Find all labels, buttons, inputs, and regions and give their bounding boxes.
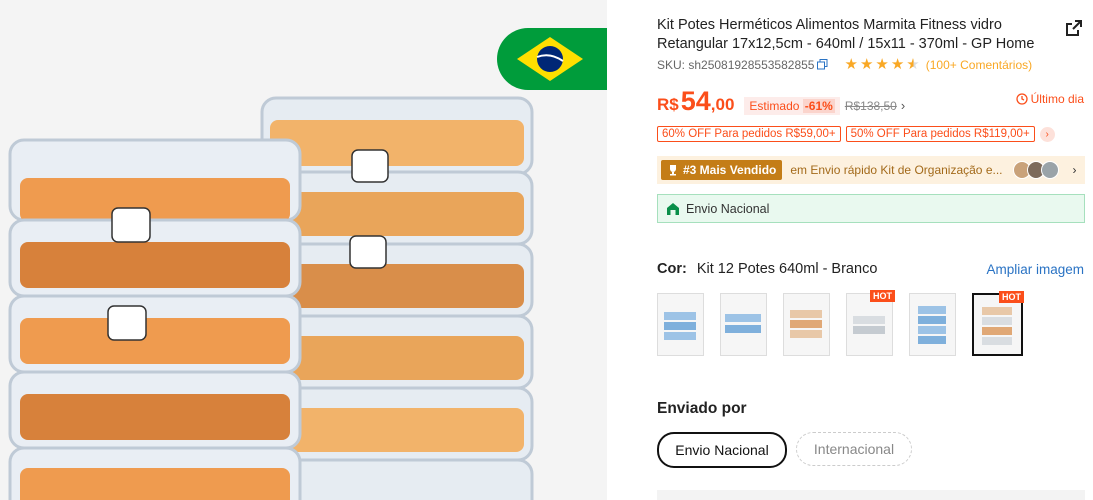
container-stack-back — [260, 96, 534, 500]
chevron-right-icon[interactable]: › — [901, 98, 905, 113]
color-value: Kit 12 Potes 640ml - Branco — [696, 261, 878, 277]
price-decimal: ,00 — [710, 95, 735, 114]
brazil-flag-icon — [517, 37, 583, 81]
rating-stars[interactable]: ★ ★ ★ ★ ★ — [844, 57, 919, 72]
sku-text: SKU: sh25081928553582855 — [657, 57, 815, 72]
last-day-badge: Último dia — [1015, 92, 1084, 106]
shipping-section-title: Enviado por — [657, 400, 747, 417]
color-option-thumbnail[interactable] — [657, 293, 704, 356]
chevron-right-icon: › — [1072, 163, 1077, 177]
star-icon: ★ — [844, 56, 858, 73]
color-option-thumbnail[interactable] — [909, 293, 956, 356]
bestseller-banner[interactable]: #3 Mais Vendido em Envio rápido Kit de O… — [657, 156, 1085, 184]
product-title: Kit Potes Herméticos Alimentos Marmita F… — [657, 17, 1035, 52]
avatar — [1040, 161, 1059, 179]
avatar-group — [1012, 161, 1059, 179]
estimated-badge[interactable]: Estimado -61% — [744, 97, 840, 115]
color-option-thumbnail[interactable] — [720, 293, 767, 356]
price-integer: 54 — [680, 86, 711, 116]
reviews-link[interactable]: (100+ Comentários) — [926, 58, 1032, 72]
estimated-label: Estimado — [749, 99, 800, 113]
color-option-thumbnail[interactable] — [783, 293, 830, 356]
star-icon: ★ — [875, 56, 889, 73]
share-external-icon[interactable] — [1064, 18, 1084, 38]
price-row: R$ 54 ,00 Estimado -61% R$138,50 › — [657, 86, 905, 117]
star-half-icon: ★ — [906, 56, 920, 73]
section-divider — [657, 490, 1085, 500]
warehouse-icon — [667, 202, 679, 215]
discount-percent: -61% — [802, 99, 835, 113]
copy-icon[interactable] — [817, 59, 828, 70]
last-day-text: Último dia — [1030, 92, 1084, 106]
bestseller-tag-label: #3 Mais Vendido — [683, 163, 777, 177]
bestseller-tag: #3 Mais Vendido — [661, 160, 783, 180]
color-label: Cor: — [657, 261, 687, 277]
original-price: R$138,50 — [844, 99, 897, 113]
color-option-thumbnail-selected[interactable]: HOT — [972, 291, 1024, 356]
shipping-option-internacional[interactable]: Internacional — [796, 432, 912, 466]
bestseller-text: em Envio rápido Kit de Organização e... — [790, 163, 1003, 177]
enlarge-image-link[interactable]: Ampliar imagem — [986, 262, 1084, 277]
shipping-option-nacional[interactable]: Envio Nacional — [657, 432, 787, 468]
sku-rating-row: SKU: sh25081928553582855 ★ ★ ★ ★ ★ (100+… — [657, 57, 1032, 72]
container-stack-front — [8, 138, 302, 500]
color-option-thumbnail[interactable]: HOT — [846, 290, 895, 356]
star-icon: ★ — [859, 56, 874, 73]
brazil-flag-badge — [497, 28, 607, 90]
product-info-panel: Kit Potes Herméticos Alimentos Marmita F… — [657, 0, 1087, 500]
coupon-row: 60% OFF Para pedidos R$59,00+ 50% OFF Pa… — [657, 126, 1055, 142]
coupon-badge[interactable]: 60% OFF Para pedidos R$59,00+ — [657, 126, 841, 142]
color-selector-label: Cor: Kit 12 Potes 640ml - Branco — [657, 261, 877, 277]
price-currency: R$ — [657, 95, 679, 114]
color-thumbnails: HOT HOT — [657, 290, 1024, 356]
shipping-info-label: Envio Nacional — [686, 201, 770, 216]
clock-icon — [1015, 93, 1028, 105]
star-icon: ★ — [890, 56, 905, 73]
hot-badge: HOT — [999, 291, 1024, 303]
trophy-icon — [670, 165, 676, 176]
product-image[interactable] — [0, 0, 607, 500]
chevron-right-icon[interactable]: › — [1039, 126, 1055, 142]
hot-badge: HOT — [870, 290, 895, 302]
coupon-badge[interactable]: 50% OFF Para pedidos R$119,00+ — [845, 126, 1035, 142]
shipping-info-box: Envio Nacional — [657, 194, 1085, 223]
